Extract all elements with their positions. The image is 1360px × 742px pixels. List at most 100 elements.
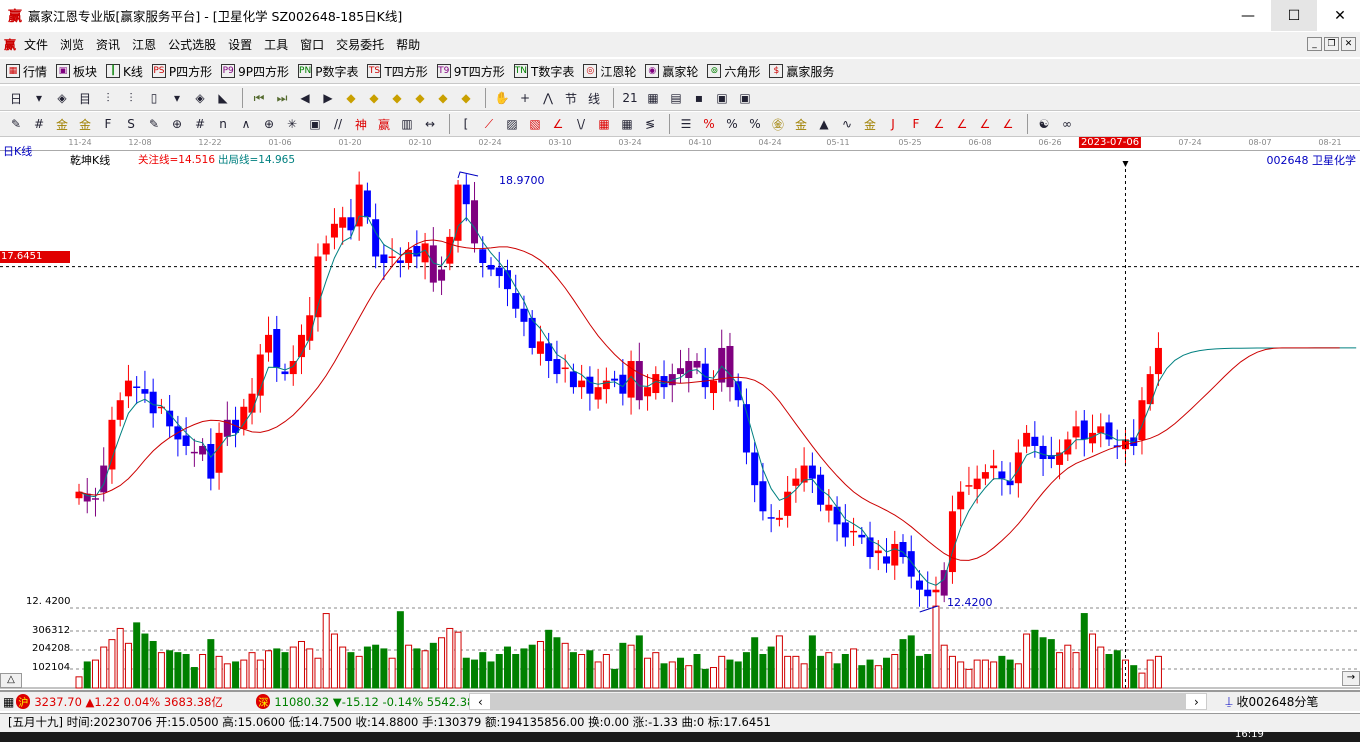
gold-lines-icon[interactable]: 金 — [791, 114, 811, 134]
toolbar-button[interactable]: ┃ K线 — [106, 63, 143, 80]
next-icon[interactable]: ▶ — [318, 88, 338, 108]
dropdown-icon[interactable]: ▾ — [167, 88, 187, 108]
scroll-thumb[interactable] — [490, 694, 1187, 709]
menu-item[interactable]: 帮助 — [396, 36, 420, 53]
grid2-icon[interactable]: ▦ — [617, 114, 637, 134]
cycle-icon[interactable]: ◈ — [52, 88, 72, 108]
toolbar-button[interactable]: TN T数字表 — [513, 63, 574, 80]
diamond-v-icon[interactable]: ◆ — [456, 88, 476, 108]
line-draw-icon[interactable]: ⋀ — [538, 88, 558, 108]
expand-button[interactable]: → — [1342, 671, 1360, 686]
grid-red-icon[interactable]: ▦ — [594, 114, 614, 134]
menu-item[interactable]: 文件 — [24, 36, 48, 53]
yinyang-icon[interactable]: ☯ — [1034, 114, 1054, 134]
kline-chart[interactable] — [0, 137, 1360, 690]
document-icon[interactable]: ▤ — [666, 88, 686, 108]
toolbar-button[interactable]: ▣ 板块 — [56, 63, 97, 80]
menu-item[interactable]: 公式选股 — [168, 36, 216, 53]
menu-item[interactable]: 设置 — [228, 36, 252, 53]
period-icon[interactable]: 日 — [6, 88, 26, 108]
diamond-x-icon[interactable]: ◆ — [410, 88, 430, 108]
angle-icon[interactable]: ∠ — [548, 114, 568, 134]
gold1-icon[interactable]: 金 — [52, 114, 72, 134]
bracket-icon[interactable]: [ — [456, 114, 476, 134]
diamond-star-icon[interactable]: ◆ — [433, 88, 453, 108]
win-icon[interactable]: 赢 — [374, 114, 394, 134]
spiral-icon[interactable]: S — [121, 114, 141, 134]
scroll-left-button[interactable]: ‹ — [470, 695, 490, 709]
crosshair-icon[interactable]: + — [515, 88, 535, 108]
angle2-icon[interactable]: ∠ — [952, 114, 972, 134]
f-icon[interactable]: F — [98, 114, 118, 134]
width-icon[interactable]: ↔ — [420, 114, 440, 134]
first-icon[interactable]: ⏮ — [249, 88, 269, 108]
minimize-button[interactable]: — — [1225, 0, 1271, 31]
mdi-restore-button[interactable]: ❐ — [1324, 37, 1339, 51]
percent-red-icon[interactable]: % — [699, 114, 719, 134]
bars3-icon[interactable]: ⫶ — [98, 88, 118, 108]
hash-icon[interactable]: # — [29, 114, 49, 134]
calendar-icon[interactable]: 21 — [620, 88, 640, 108]
j-angle-icon[interactable]: J — [883, 114, 903, 134]
gold-circle-icon[interactable]: ㊎ — [768, 114, 788, 134]
square-red-icon[interactable]: ▧ — [525, 114, 545, 134]
menu-item[interactable]: 窗口 — [300, 36, 324, 53]
angle3-icon[interactable]: ∠ — [975, 114, 995, 134]
diamond-left-icon[interactable]: ◆ — [341, 88, 361, 108]
toolbar-button[interactable]: ◉ 赢家轮 — [645, 63, 698, 80]
fan-red-icon[interactable]: ⟋ — [479, 114, 499, 134]
percent-lines-icon[interactable]: % — [745, 114, 765, 134]
circle-grid-icon[interactable]: ⊕ — [167, 114, 187, 134]
hash2-icon[interactable]: # — [190, 114, 210, 134]
infinity-icon[interactable]: ∞ — [1057, 114, 1077, 134]
toolbar-button[interactable]: PS P四方形 — [151, 63, 212, 80]
lines-icon[interactable]: // — [328, 114, 348, 134]
green-text-icon[interactable]: 线 — [584, 88, 604, 108]
toolbar-button[interactable]: $ 赢家服务 — [769, 63, 834, 80]
last-icon[interactable]: ⏭ — [272, 88, 292, 108]
collapse-button[interactable]: △ — [0, 673, 22, 688]
bars9-icon[interactable]: ⫶ — [121, 88, 141, 108]
mdi-close-button[interactable]: ✕ — [1341, 37, 1356, 51]
mdi-minimize-button[interactable]: _ — [1307, 37, 1322, 51]
hand-icon[interactable]: ✋ — [492, 88, 512, 108]
phone-icon[interactable]: ▣ — [735, 88, 755, 108]
box-icon[interactable]: ▨ — [502, 114, 522, 134]
shenzhen-index[interactable]: 11080.32 ▼-15.12 -0.14% 5542.38 — [274, 695, 469, 709]
list-icon[interactable]: 目 — [75, 88, 95, 108]
ruler-icon[interactable]: ▥ — [397, 114, 417, 134]
square-icon[interactable]: ▣ — [305, 114, 325, 134]
shanghai-index[interactable]: 3237.70 ▲1.22 0.04% 3683.38亿 — [34, 694, 234, 710]
diamond-h-icon[interactable]: ◆ — [387, 88, 407, 108]
network-icon[interactable]: ▣ — [712, 88, 732, 108]
toolbar-button[interactable]: PN P数字表 — [298, 63, 358, 80]
gann-icon[interactable]: ◈ — [190, 88, 210, 108]
gold-box-icon[interactable]: 金 — [860, 114, 880, 134]
toolbar-button[interactable]: ⊚ 六角形 — [707, 63, 760, 80]
scroll-right-button[interactable]: › — [1186, 695, 1206, 709]
menu-item[interactable]: 浏览 — [60, 36, 84, 53]
horizontal-scrollbar[interactable]: ‹ › — [469, 693, 1208, 710]
god-icon[interactable]: 神 — [351, 114, 371, 134]
toolbar-button[interactable]: T9 9T四方形 — [436, 63, 505, 80]
menu-item[interactable]: 资讯 — [96, 36, 120, 53]
menu-item[interactable]: 工具 — [264, 36, 288, 53]
wave-icon[interactable]: ∿ — [837, 114, 857, 134]
maximize-button[interactable]: ☐ — [1271, 0, 1317, 31]
zigzag-icon[interactable]: \/ — [571, 114, 591, 134]
gold-angle-icon[interactable]: ∠ — [929, 114, 949, 134]
pen-icon[interactable]: ✎ — [6, 114, 26, 134]
target-icon[interactable]: ⊕ — [259, 114, 279, 134]
festival-icon[interactable]: 节 — [561, 88, 581, 108]
toolbar-button[interactable]: TS T四方形 — [367, 63, 428, 80]
menu-item[interactable]: 江恩 — [132, 36, 156, 53]
angle4-icon[interactable]: ∠ — [998, 114, 1018, 134]
toolbar-button[interactable]: ▦ 行情 — [6, 63, 47, 80]
gold2-icon[interactable]: 金 — [75, 114, 95, 134]
tick-feed-label[interactable]: 收002648分笔 — [1237, 693, 1319, 710]
toolbar-button[interactable]: P9 9P四方形 — [221, 63, 289, 80]
list2-icon[interactable]: ☰ — [676, 114, 696, 134]
save-icon[interactable]: ▪ — [689, 88, 709, 108]
n2-icon[interactable]: n — [213, 114, 233, 134]
candle-icon[interactable]: ▯ — [144, 88, 164, 108]
